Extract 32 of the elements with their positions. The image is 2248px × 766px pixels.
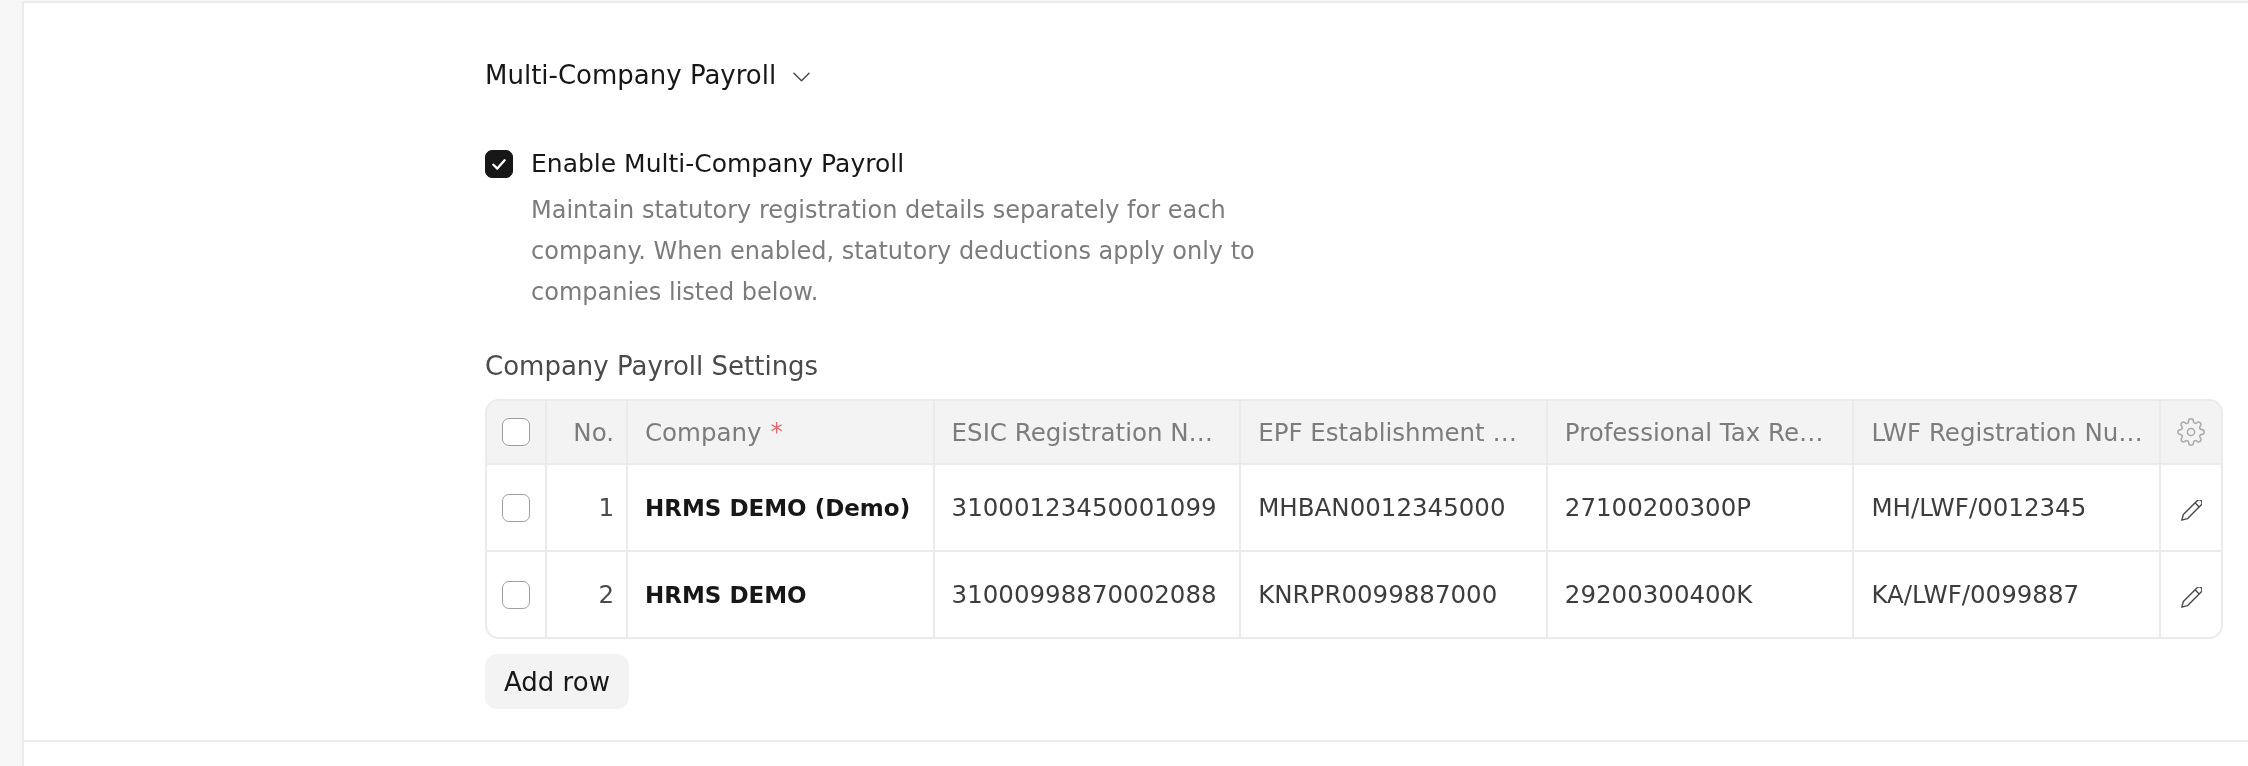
- column-header: No.: [547, 401, 628, 463]
- column-header: EPF Establishment …: [1241, 401, 1548, 463]
- table-cell: 31000998870002088: [934, 552, 1242, 637]
- table-cell: 29200300400K: [1547, 552, 1855, 637]
- table-cell: HRMS DEMO: [628, 552, 935, 637]
- table-label: Company Payroll Settings: [485, 350, 819, 383]
- column-header: Company: [645, 417, 762, 447]
- add-row-button[interactable]: Add row: [485, 654, 629, 709]
- table-cell: 27100200300P: [1547, 465, 1855, 550]
- column-header: ESIC Registration N…: [934, 401, 1242, 463]
- row-checkbox[interactable]: [502, 580, 530, 609]
- column-header: LWF Registration Nu…: [1854, 401, 2161, 463]
- table-cell: KA/LWF/0099887: [1854, 552, 2161, 637]
- section-heading[interactable]: Multi-Company Payroll: [485, 55, 811, 95]
- row-number: 1: [547, 465, 628, 550]
- field-description: Maintain statutory registration details separately for each company. When enabled, statutory deductions apply only to companies listed below.: [531, 195, 1256, 308]
- row-number: 2: [547, 552, 628, 637]
- table-cell: MHBAN0012345000: [1241, 465, 1548, 550]
- checkmark-icon: [492, 158, 506, 170]
- table-cell: KNRPR0099887000: [1241, 552, 1548, 637]
- table-cell: MH/LWF/0012345: [1854, 465, 2161, 550]
- checkbox-label[interactable]: Enable Multi-Company Payroll: [531, 147, 905, 181]
- required-asterisk: *: [770, 416, 783, 448]
- table-cell: 31000123450001099: [934, 465, 1242, 550]
- pencil-icon[interactable]: [2180, 500, 2202, 521]
- gear-icon[interactable]: [2177, 418, 2205, 446]
- pencil-icon[interactable]: [2180, 587, 2202, 608]
- checkbox[interactable]: [485, 150, 513, 178]
- column-header: Professional Tax Re…: [1547, 401, 1855, 463]
- table-cell: HRMS DEMO (Demo): [628, 465, 935, 550]
- row-checkbox[interactable]: [502, 493, 530, 522]
- select-all-checkbox[interactable]: [502, 418, 530, 446]
